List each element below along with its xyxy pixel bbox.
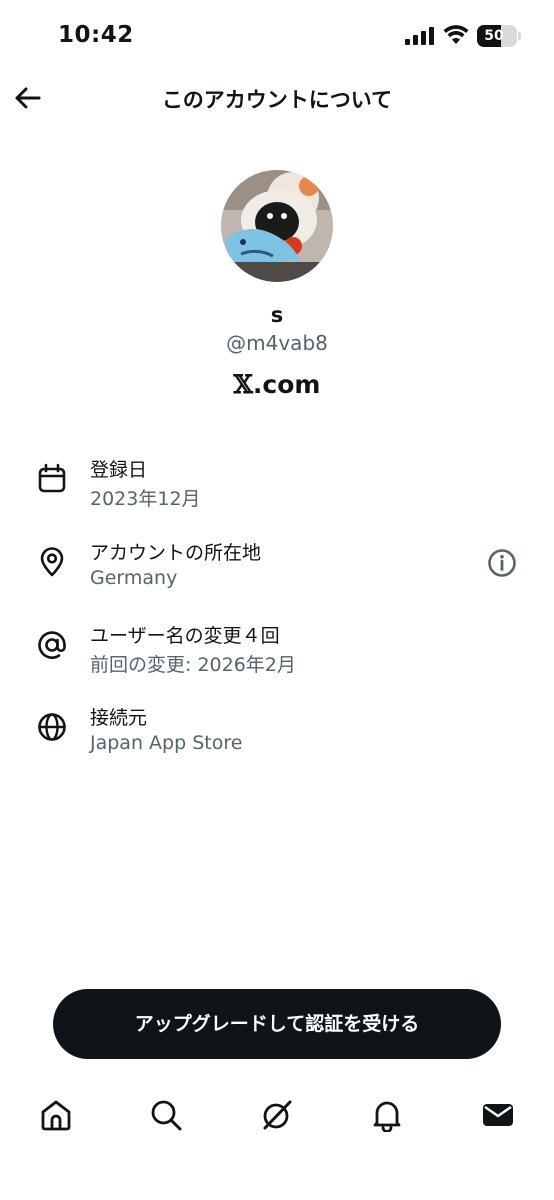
display-name: s: [270, 303, 284, 327]
notifications-bell-icon[interactable]: [370, 1098, 404, 1132]
avatar[interactable]: [221, 170, 333, 282]
globe-icon: [38, 713, 66, 741]
x-logo: 𝕏: [233, 370, 253, 399]
avatar-image: [221, 170, 333, 282]
grok-icon[interactable]: [260, 1098, 294, 1132]
messages-envelope-icon[interactable]: [481, 1098, 515, 1132]
site-domain: .com: [252, 370, 321, 399]
page-title: このアカウントについて: [161, 88, 393, 112]
home-icon[interactable]: [39, 1098, 73, 1132]
info-icon[interactable]: [487, 548, 517, 578]
connected-via-value: Japan App Store: [90, 732, 243, 754]
location-pin-icon: [40, 547, 64, 577]
at-sign-icon: [38, 631, 66, 659]
joined-label: 登録日: [90, 459, 148, 481]
username-changes-value: 前回の変更: 2026年2月: [90, 654, 296, 676]
status-time: 10:42: [58, 22, 134, 48]
location-label: アカウントの所在地: [90, 542, 262, 564]
username-handle: @m4vab8: [226, 331, 328, 355]
calendar-icon: [38, 463, 66, 493]
cellular-signal-icon: [405, 27, 434, 45]
search-icon[interactable]: [149, 1098, 183, 1132]
username-changes-label: ユーザー名の変更４回: [90, 625, 280, 647]
wifi-icon: [443, 25, 469, 44]
battery-level: 50: [484, 28, 504, 44]
battery-indicator: 50: [477, 25, 521, 47]
connected-via-label: 接続元: [90, 707, 148, 729]
site-label: 𝕏.com: [0, 370, 554, 399]
location-value: Germany: [90, 567, 178, 589]
joined-value: 2023年12月: [90, 488, 201, 510]
upgrade-verify-button[interactable]: アップグレードして認証を受ける: [53, 989, 501, 1059]
back-arrow-icon[interactable]: [14, 84, 42, 112]
